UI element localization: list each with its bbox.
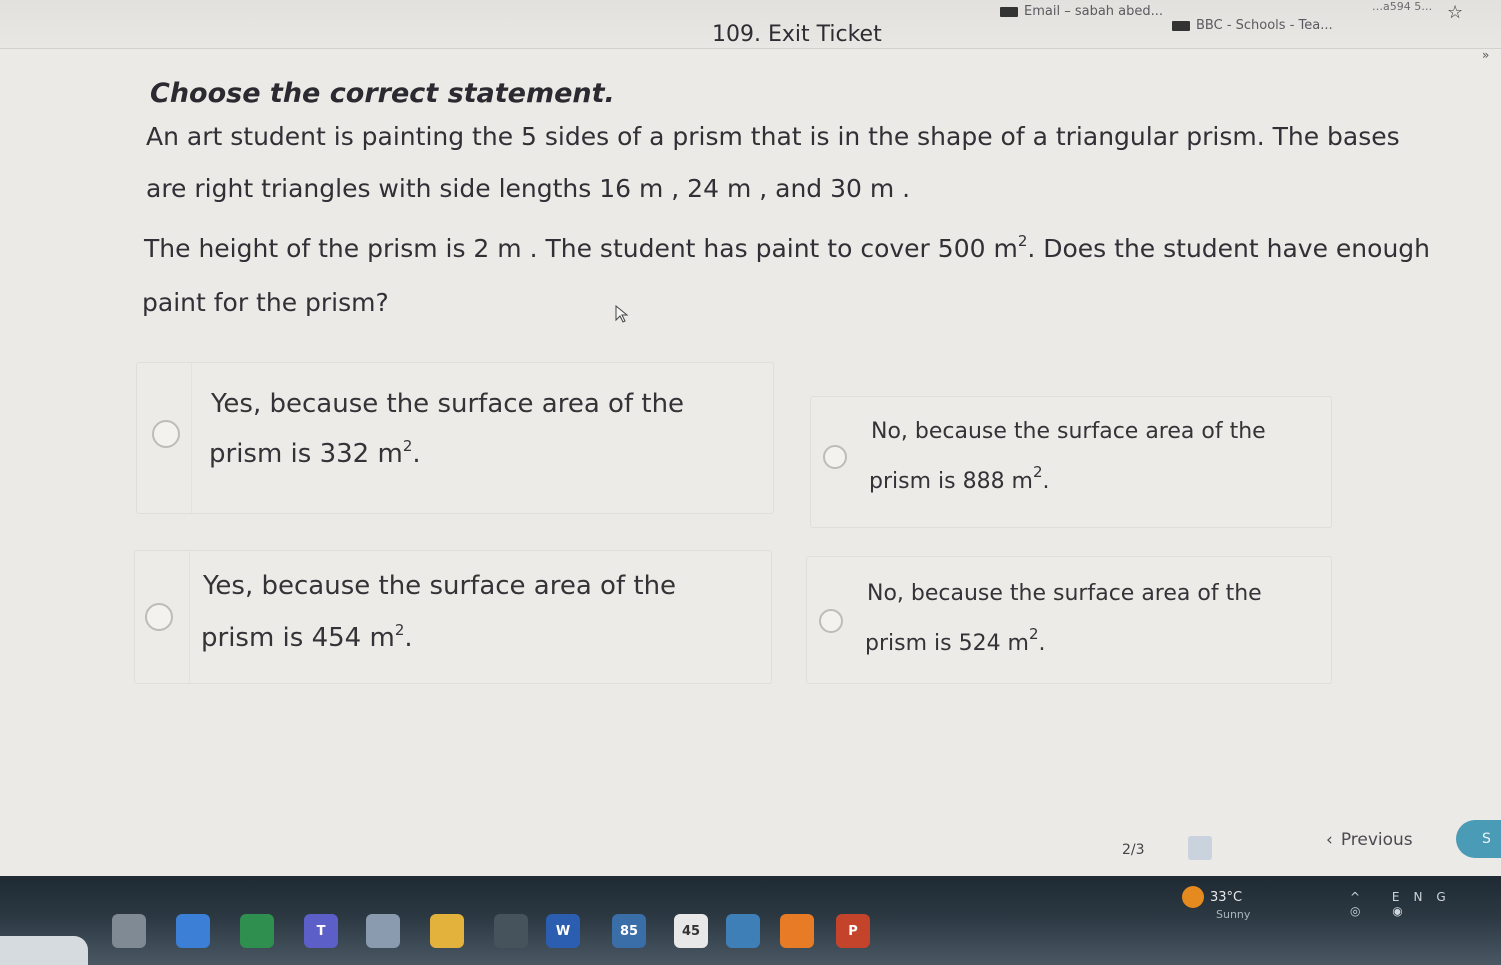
taskbar-search-box[interactable] xyxy=(0,936,88,965)
answer-option-d[interactable]: No, because the surface area of the pris… xyxy=(806,556,1332,684)
weather-temperature: 33°C xyxy=(1210,889,1243,905)
exponent: 2 xyxy=(394,621,405,639)
bookmark-email[interactable]: Email – sabah abed... xyxy=(1000,4,1163,19)
option-text-line1: No, because the surface area of the xyxy=(871,419,1266,444)
previous-button[interactable]: ‹ Previous xyxy=(1326,830,1413,850)
page-title: 109. Exit Ticket xyxy=(712,22,882,47)
option-text-line1: No, because the surface area of the xyxy=(867,581,1262,606)
sun-icon xyxy=(1182,886,1204,908)
answer-option-c[interactable]: Yes, because the surface area of the pri… xyxy=(134,550,772,684)
bookmark-star-icon[interactable]: ☆ xyxy=(1447,2,1463,23)
question-line-4: paint for the prism? xyxy=(142,288,389,317)
bbc-bookmark-icon xyxy=(1172,20,1190,31)
previous-label: Previous xyxy=(1340,830,1413,850)
exponent: 2 xyxy=(1033,463,1043,481)
question-line-1: An art student is painting the 5 sides o… xyxy=(146,122,1400,151)
email-bookmark-icon xyxy=(1000,6,1018,17)
weather-description: Sunny xyxy=(1216,908,1251,921)
option-suffix: . xyxy=(1038,631,1046,656)
word-icon[interactable]: W xyxy=(546,914,580,948)
bookmark-bbc[interactable]: BBC - Schools - Tea... xyxy=(1172,18,1333,33)
chevron-left-icon: ‹ xyxy=(1326,830,1333,850)
system-tray[interactable]: ^ ENG ◎ ◉ xyxy=(1350,890,1501,918)
bookmark-bbc-label: BBC - Schools - Tea... xyxy=(1196,18,1333,33)
page-indicator: 2/3 xyxy=(1122,842,1145,858)
page-marker xyxy=(1188,836,1212,860)
option-value: prism is 524 m xyxy=(865,631,1029,656)
option-text-line2: prism is 332 m2. xyxy=(209,437,421,469)
question-line-3-text: The height of the prism is 2 m . The stu… xyxy=(144,234,1018,263)
next-button[interactable]: S xyxy=(1456,820,1501,858)
option-suffix: . xyxy=(412,439,421,469)
question-prompt: Choose the correct statement. xyxy=(150,78,615,109)
bookmark-email-label: Email – sabah abed... xyxy=(1024,4,1164,19)
radio-button[interactable] xyxy=(152,420,180,448)
mouse-cursor-icon xyxy=(615,305,629,323)
orange-app-icon[interactable] xyxy=(780,914,814,948)
radio-button[interactable] xyxy=(823,445,847,469)
exponent: 2 xyxy=(1029,625,1039,643)
option-text-line1: Yes, because the surface area of the xyxy=(211,389,685,419)
option-text-line2: prism is 524 m2. xyxy=(865,625,1046,656)
option-value: prism is 332 m xyxy=(209,439,403,469)
notification-icon[interactable]: 45 xyxy=(674,914,708,948)
option-text-line2: prism is 888 m2. xyxy=(869,463,1050,494)
question-line-3-end: . Does the student have enough xyxy=(1027,234,1431,263)
bookmark-extra[interactable]: …a594 5… xyxy=(1372,0,1432,13)
option-suffix: . xyxy=(404,623,413,653)
folder-icon[interactable] xyxy=(430,914,464,948)
more-bookmarks-icon[interactable]: » xyxy=(1482,48,1489,62)
radio-button[interactable] xyxy=(819,609,843,633)
chrome-icon[interactable] xyxy=(240,914,274,948)
question-line-3: The height of the prism is 2 m . The stu… xyxy=(144,232,1430,263)
teams-icon[interactable]: T xyxy=(304,914,338,948)
email-icon[interactable]: 85 xyxy=(612,914,646,948)
calendar-icon[interactable] xyxy=(726,914,760,948)
exponent: 2 xyxy=(1017,232,1028,250)
radio-button[interactable] xyxy=(145,603,173,631)
question-line-2: are right triangles with side lengths 16… xyxy=(146,174,911,203)
option-value: prism is 454 m xyxy=(201,623,395,653)
app-icon[interactable] xyxy=(494,914,528,948)
copilot-icon[interactable] xyxy=(176,914,210,948)
file-explorer-icon[interactable] xyxy=(112,914,146,948)
option-suffix: . xyxy=(1042,469,1050,494)
option-text-line2: prism is 454 m2. xyxy=(201,621,413,653)
answer-option-b[interactable]: No, because the surface area of the pris… xyxy=(810,396,1332,528)
answer-option-a[interactable]: Yes, because the surface area of the pri… xyxy=(136,362,774,514)
option-value: prism is 888 m xyxy=(869,469,1033,494)
calculator-icon[interactable] xyxy=(366,914,400,948)
powerpoint-icon[interactable]: P xyxy=(836,914,870,948)
exponent: 2 xyxy=(402,437,413,455)
option-text-line1: Yes, because the surface area of the xyxy=(203,571,677,601)
weather-widget[interactable]: 33°C xyxy=(1182,886,1242,908)
